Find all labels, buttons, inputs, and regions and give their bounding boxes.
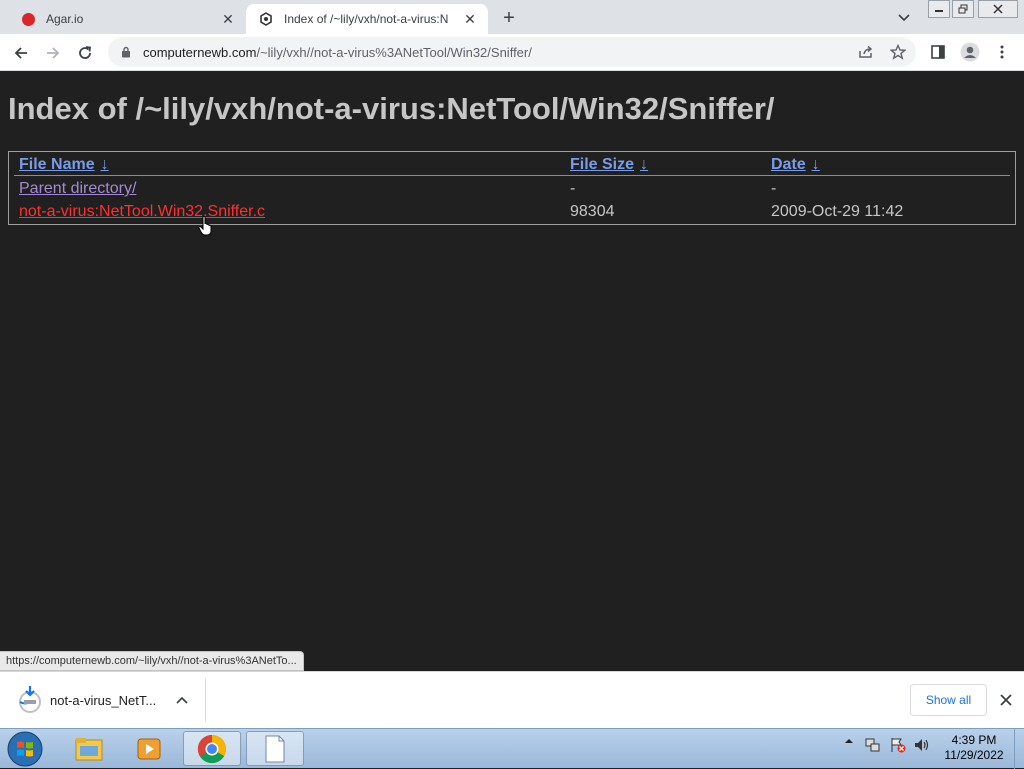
header-label: File Name	[19, 156, 95, 173]
start-button[interactable]	[4, 730, 46, 768]
page-title: Index of /~lily/vxh/not-a-virus:NetTool/…	[8, 91, 775, 126]
row-size: 98304	[570, 203, 615, 220]
download-file-name: not-a-virus_NetT...	[50, 692, 157, 708]
show-desktop-button[interactable]	[1014, 729, 1024, 769]
url-host: computernewb.com	[143, 44, 257, 60]
new-tab-button[interactable]: +	[496, 6, 522, 30]
column-header-file-size[interactable]: File Size ↓	[570, 156, 648, 174]
show-all-downloads-button[interactable]: Show all	[910, 684, 987, 716]
action-center-flag-icon[interactable]	[890, 737, 906, 753]
back-button[interactable]	[8, 40, 34, 66]
media-player-icon	[137, 738, 161, 759]
column-header-file-name[interactable]: File Name ↓	[19, 156, 109, 174]
close-window-button[interactable]	[978, 0, 1018, 18]
row-date: 2009-Oct-29 11:42	[771, 203, 904, 220]
chevron-up-icon[interactable]	[176, 696, 188, 704]
close-shelf-icon[interactable]	[996, 690, 1016, 710]
row-date: -	[771, 180, 777, 197]
header-label: File Size	[570, 156, 635, 173]
hand-cursor-icon	[198, 215, 214, 241]
side-panel-icon[interactable]	[926, 40, 950, 64]
tab-title: Index of /~lily/vxh/not-a-virus:N	[284, 12, 449, 26]
tab-search-chevron-icon[interactable]	[893, 8, 915, 28]
row-size: -	[570, 180, 576, 197]
page-content: Index of /~lily/vxh/not-a-virus:NetTool/…	[0, 71, 1024, 671]
network-icon[interactable]	[865, 737, 881, 753]
parent-directory-link[interactable]: Parent directory/	[19, 180, 136, 198]
tab-title: Agar.io	[46, 12, 84, 26]
file-link[interactable]: not-a-virus:NetTool.Win32.Sniffer.c	[19, 203, 265, 221]
clock-date: 11/29/2022	[944, 748, 1004, 762]
header-label: Date	[771, 156, 806, 173]
download-shelf: not-a-virus_NetT... Show all	[0, 671, 1024, 728]
clock-time: 4:39 PM	[951, 733, 997, 747]
tab-strip: Agar.io ✕ Index of /~lily/vxh/not-a-viru…	[0, 0, 1024, 34]
chrome-icon	[197, 734, 226, 763]
taskbar-notepad[interactable]	[246, 731, 304, 766]
folder-icon	[75, 737, 103, 760]
show-hidden-icons-icon[interactable]	[844, 737, 854, 745]
sort-arrow-icon: ↓	[811, 156, 820, 173]
address-url: computernewb.com/~lily/vxh//not-a-virus%…	[143, 45, 532, 60]
taskbar-media-player[interactable]	[120, 731, 178, 766]
reload-button[interactable]	[72, 40, 98, 66]
forward-button[interactable]	[40, 40, 66, 66]
url-path: /~lily/vxh//not-a-virus%3ANetTool/Win32/…	[256, 44, 532, 60]
header-divider	[14, 175, 1010, 176]
profile-avatar-icon[interactable]	[958, 40, 982, 64]
file-listing-table: File Name ↓ File Size ↓ Date ↓ Parent direc…	[8, 151, 1016, 225]
address-bar[interactable]: computernewb.com/~lily/vxh//not-a-virus%…	[108, 37, 916, 67]
close-tab-icon[interactable]: ✕	[460, 9, 480, 29]
lock-icon[interactable]	[121, 46, 131, 58]
share-icon[interactable]	[854, 40, 878, 64]
download-item[interactable]: not-a-virus_NetT...	[12, 678, 206, 722]
column-header-date[interactable]: Date ↓	[771, 156, 820, 174]
maximize-button[interactable]	[952, 0, 974, 18]
sort-arrow-icon: ↓	[100, 156, 109, 173]
taskbar-chrome[interactable]	[183, 731, 241, 766]
tab-agario[interactable]: Agar.io ✕	[8, 4, 246, 34]
windows-taskbar: 4:39 PM 11/29/2022	[0, 728, 1024, 769]
bookmark-star-icon[interactable]	[886, 40, 910, 64]
menu-kebab-icon[interactable]	[990, 40, 1014, 64]
download-progress-icon	[16, 686, 44, 714]
sort-arrow-icon: ↓	[640, 156, 649, 173]
volume-icon[interactable]	[914, 737, 930, 753]
minimize-button[interactable]	[928, 0, 950, 18]
agario-favicon-icon	[20, 11, 36, 27]
close-tab-icon[interactable]: ✕	[218, 9, 238, 29]
tab-index[interactable]: Index of /~lily/vxh/not-a-virus:N ✕	[246, 4, 488, 34]
browser-toolbar: computernewb.com/~lily/vxh//not-a-virus%…	[0, 34, 1024, 71]
taskbar-clock[interactable]: 4:39 PM 11/29/2022	[938, 733, 1010, 763]
link-status-bubble: https://computernewb.com/~lily/vxh//not-…	[0, 651, 304, 671]
site-favicon-icon	[258, 11, 274, 27]
taskbar-explorer[interactable]	[60, 731, 118, 766]
document-icon	[265, 735, 285, 762]
